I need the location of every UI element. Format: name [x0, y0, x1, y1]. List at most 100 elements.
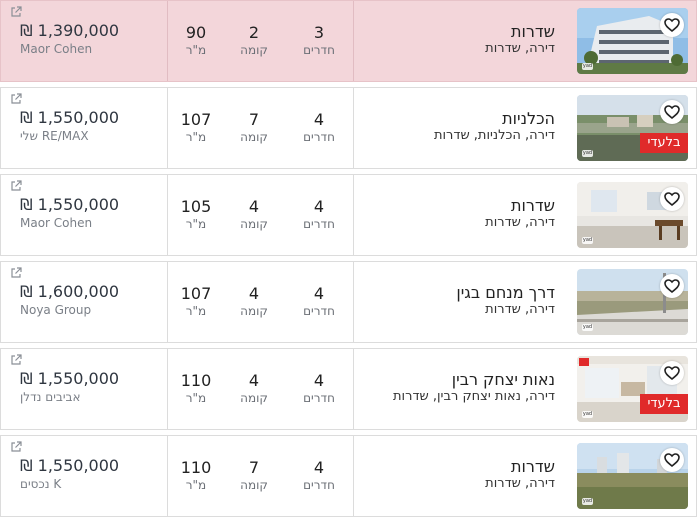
floor-label: קומה: [240, 304, 268, 318]
listing-street: שדרות: [511, 196, 555, 215]
divider: [353, 436, 354, 516]
external-link-icon[interactable]: [10, 351, 22, 365]
external-link-icon[interactable]: [10, 177, 22, 191]
size-stat: 110 מ"ר: [171, 459, 221, 493]
rooms-value: 4: [313, 458, 325, 477]
yad2-logo-icon: yad: [582, 498, 593, 505]
listing-agency: RE/MAX שלי: [20, 129, 89, 143]
divider: [167, 88, 168, 168]
exclusive-badge: בלעדי: [640, 394, 688, 414]
yad2-logo-icon: yad: [582, 150, 593, 157]
listing-street: שדרות: [511, 22, 555, 41]
listing-description: דירה, שדרות: [485, 476, 555, 491]
rooms-stat: 4 חדרים: [294, 459, 344, 493]
size-value: 90: [185, 23, 207, 42]
rooms-label: חדרים: [303, 43, 335, 57]
rooms-stat: 3 חדרים: [294, 24, 344, 58]
listing-row[interactable]: yad שדרות דירה, שדרות 4 חדרים 4 קומה 105…: [0, 174, 697, 256]
size-stat: 105 מ"ר: [171, 198, 221, 232]
yad2-logo-icon: yad: [582, 324, 593, 331]
floor-label: קומה: [240, 130, 268, 144]
divider: [167, 175, 168, 255]
listing-row[interactable]: בלעדי yad נאות יצחק רבין דירה, נאות יצחק…: [0, 348, 697, 430]
yad2-logo-icon: yad: [582, 237, 593, 244]
listing-description: דירה, נאות יצחק רבין, שדרות: [393, 389, 555, 404]
rooms-value: 3: [313, 23, 325, 42]
listing-results: yad שדרות דירה, שדרות 3 חדרים 2 קומה 90 …: [0, 0, 699, 521]
listing-photo[interactable]: yad: [577, 269, 688, 335]
listing-agency: K נכסים: [20, 477, 62, 491]
floor-stat: 7 קומה: [229, 111, 279, 145]
divider: [353, 262, 354, 342]
floor-label: קומה: [240, 43, 268, 57]
listing-row[interactable]: בלעדי yad הכלניות דירה, הכלניות, שדרות 4…: [0, 87, 697, 169]
listing-photo[interactable]: בלעדי yad: [577, 95, 688, 161]
size-label: מ"ר: [185, 478, 207, 492]
rooms-stat: 4 חדרים: [294, 198, 344, 232]
listing-row[interactable]: yad דרך מנחם בגין דירה, שדרות 4 חדרים 4 …: [0, 261, 697, 343]
floor-value: 4: [248, 284, 260, 303]
floor-value: 7: [248, 458, 260, 477]
favorite-heart-icon[interactable]: [660, 100, 684, 124]
listing-price: ₪ 1,550,000: [20, 456, 120, 475]
rooms-stat: 4 חדרים: [294, 285, 344, 319]
rooms-label: חדרים: [303, 130, 335, 144]
favorite-heart-icon[interactable]: [660, 13, 684, 37]
rooms-stat: 4 חדרים: [294, 372, 344, 406]
listing-description: דירה, שדרות: [485, 302, 555, 317]
listing-row[interactable]: yad שדרות דירה, שדרות 3 חדרים 2 קומה 90 …: [0, 0, 697, 82]
size-label: מ"ר: [185, 304, 207, 318]
floor-stat: 2 קומה: [229, 24, 279, 58]
listing-price: ₪ 1,550,000: [20, 108, 120, 127]
rooms-label: חדרים: [303, 391, 335, 405]
divider: [353, 1, 354, 81]
floor-stat: 7 קומה: [229, 459, 279, 493]
external-link-icon[interactable]: [10, 3, 22, 17]
rooms-label: חדרים: [303, 217, 335, 231]
listing-description: דירה, שדרות: [485, 215, 555, 230]
listing-photo[interactable]: yad: [577, 443, 688, 509]
listing-photo[interactable]: yad: [577, 8, 688, 74]
divider: [353, 88, 354, 168]
rooms-value: 4: [313, 284, 325, 303]
size-value: 110: [180, 458, 212, 477]
size-value: 105: [180, 197, 212, 216]
size-stat: 110 מ"ר: [171, 372, 221, 406]
floor-label: קומה: [240, 391, 268, 405]
floor-label: קומה: [240, 478, 268, 492]
external-link-icon[interactable]: [10, 90, 22, 104]
rooms-value: 4: [313, 197, 325, 216]
exclusive-badge: בלעדי: [640, 133, 688, 153]
yad2-logo-icon: yad: [582, 411, 593, 418]
divider: [167, 349, 168, 429]
listing-street: הכלניות: [502, 109, 555, 128]
listing-agency: Maor Cohen: [20, 42, 93, 56]
divider: [167, 262, 168, 342]
favorite-heart-icon[interactable]: [660, 187, 684, 211]
size-label: מ"ר: [185, 130, 207, 144]
divider: [353, 175, 354, 255]
listing-photo[interactable]: בלעדי yad: [577, 356, 688, 422]
listing-photo[interactable]: yad: [577, 182, 688, 248]
rooms-label: חדרים: [303, 478, 335, 492]
favorite-heart-icon[interactable]: [660, 448, 684, 472]
rooms-stat: 4 חדרים: [294, 111, 344, 145]
yad2-logo-icon: yad: [582, 63, 593, 70]
external-link-icon[interactable]: [10, 264, 22, 278]
listing-agency: אביבים נדלן: [20, 390, 81, 404]
size-stat: 107 מ"ר: [171, 111, 221, 145]
rooms-value: 4: [313, 371, 325, 390]
floor-value: 4: [248, 371, 260, 390]
favorite-heart-icon[interactable]: [660, 274, 684, 298]
external-link-icon[interactable]: [10, 438, 22, 452]
listing-row[interactable]: yad שדרות דירה, שדרות 4 חדרים 7 קומה 110…: [0, 435, 697, 517]
listing-agency: Noya Group: [20, 303, 92, 317]
size-stat: 90 מ"ר: [171, 24, 221, 58]
listing-street: שדרות: [511, 457, 555, 476]
rooms-label: חדרים: [303, 304, 335, 318]
favorite-heart-icon[interactable]: [660, 361, 684, 385]
size-stat: 107 מ"ר: [171, 285, 221, 319]
size-label: מ"ר: [185, 43, 207, 57]
listing-price: ₪ 1,600,000: [20, 282, 120, 301]
floor-value: 2: [248, 23, 260, 42]
